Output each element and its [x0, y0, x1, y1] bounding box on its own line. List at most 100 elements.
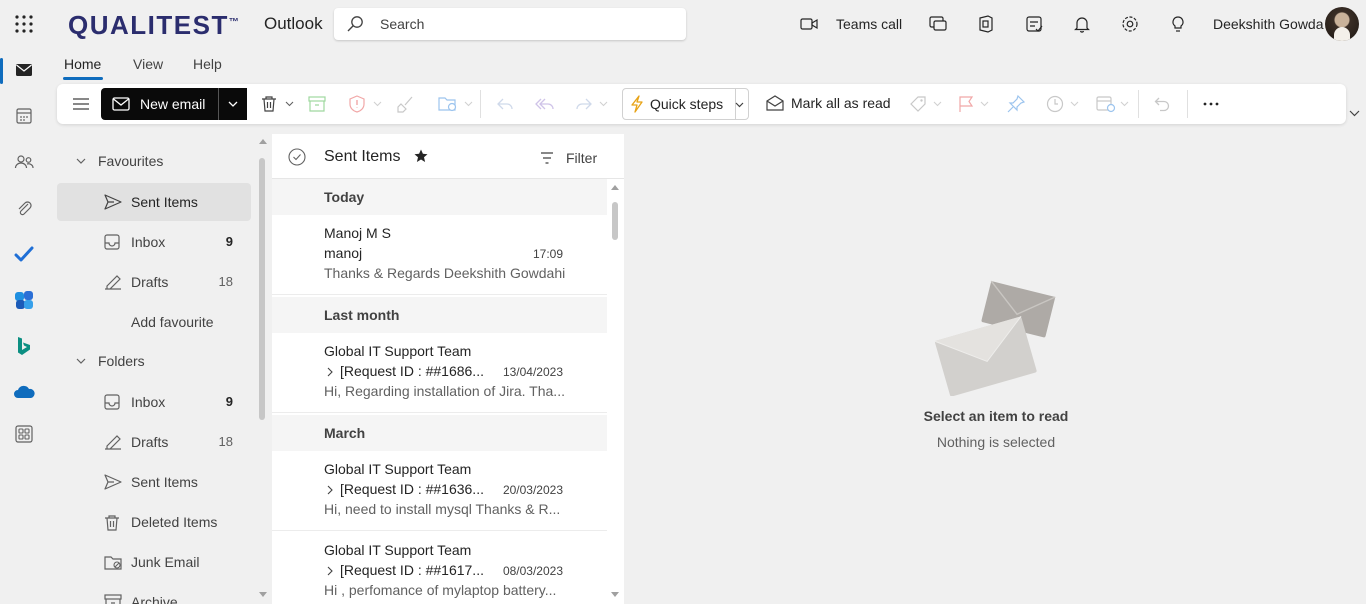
- archive-button[interactable]: [308, 94, 326, 114]
- list-item[interactable]: Global IT Support Team [Request ID : ##1…: [272, 532, 607, 604]
- gear-icon[interactable]: [1120, 14, 1140, 34]
- message-list-scrollbar[interactable]: [612, 202, 618, 240]
- tab-home[interactable]: Home: [64, 56, 101, 72]
- mark-all-read-button[interactable]: Mark all as read: [766, 94, 891, 112]
- folder-inbox[interactable]: Inbox 9: [57, 383, 251, 421]
- group-header-last-month: Last month: [272, 297, 607, 333]
- folder-archive[interactable]: Archive: [57, 583, 251, 604]
- chat-icon[interactable]: [928, 14, 948, 34]
- list-item[interactable]: Manoj M S manoj 17:09 Thanks & Regards D…: [272, 215, 607, 295]
- scroll-up-arrow-icon[interactable]: [611, 185, 619, 190]
- lightbulb-icon[interactable]: [1168, 14, 1188, 34]
- folder-sent-items[interactable]: Sent Items: [57, 463, 251, 501]
- list-item[interactable]: Global IT Support Team [Request ID : ##1…: [272, 333, 607, 413]
- folder-label: Deleted Items: [131, 514, 218, 530]
- forward-button[interactable]: [575, 94, 608, 114]
- send-icon: [104, 194, 122, 210]
- tab-help[interactable]: Help: [193, 56, 222, 72]
- item-count: 18: [218, 434, 233, 449]
- ribbon-divider: [480, 90, 481, 118]
- forward-icon: [576, 98, 592, 110]
- more-apps-icon[interactable]: [8, 418, 40, 450]
- folder-pane-scrollbar[interactable]: [259, 158, 265, 420]
- mail-icon[interactable]: [8, 54, 40, 86]
- group-header-today: Today: [272, 179, 607, 215]
- new-email-dropdown[interactable]: [218, 88, 246, 120]
- envelopes-illustration: [934, 276, 1060, 396]
- item-count: 18: [218, 274, 233, 289]
- trash-icon: [104, 514, 120, 532]
- chevron-right-icon[interactable]: [327, 367, 333, 377]
- chevron-down-icon: [599, 101, 608, 107]
- bing-icon[interactable]: [8, 330, 40, 362]
- teams-call-button[interactable]: Teams call: [800, 14, 902, 34]
- chevron-down-icon: [933, 101, 942, 107]
- message-time: 08/03/2023: [502, 564, 563, 578]
- pin-button[interactable]: [1007, 94, 1025, 114]
- chevron-right-icon[interactable]: [327, 485, 333, 495]
- folders-header[interactable]: Folders: [76, 351, 145, 371]
- quick-steps-button[interactable]: Quick steps: [622, 88, 749, 120]
- office-icon[interactable]: [976, 14, 996, 34]
- chevron-right-icon[interactable]: [327, 566, 333, 576]
- add-favourite-link[interactable]: Add favourite: [57, 303, 251, 341]
- undo-button[interactable]: [1154, 94, 1170, 114]
- snooze-button[interactable]: [1046, 94, 1079, 114]
- search-box[interactable]: Search: [334, 8, 686, 40]
- move-to-button[interactable]: [438, 94, 473, 114]
- scroll-down-arrow-icon[interactable]: [611, 592, 619, 597]
- message-preview: Hi, Regarding installation of Jira. Tha.…: [324, 383, 565, 399]
- viva-engage-icon[interactable]: [8, 284, 40, 316]
- hamburger-menu-icon[interactable]: [72, 94, 90, 114]
- filter-button[interactable]: Filter: [540, 150, 597, 166]
- select-all-checkbox-icon[interactable]: [288, 148, 306, 166]
- report-button[interactable]: [349, 94, 382, 114]
- rules-button[interactable]: [1096, 94, 1129, 114]
- rules-icon: [1096, 96, 1116, 113]
- todo-icon[interactable]: [8, 238, 40, 270]
- ribbon-expand-chevron-icon[interactable]: [1349, 110, 1360, 117]
- folder-label: Drafts: [131, 274, 169, 290]
- delete-button[interactable]: [261, 94, 294, 114]
- folder-junk-email[interactable]: Junk Email: [57, 543, 251, 581]
- message-subject: [Request ID : ##1636...: [340, 481, 484, 497]
- favourite-inbox[interactable]: Inbox 9: [57, 223, 251, 261]
- avatar[interactable]: [1325, 7, 1359, 41]
- unread-count: 9: [225, 234, 233, 249]
- message-preview: Hi , perfomance of mylaptop battery...: [324, 582, 557, 598]
- chevron-down-icon: [373, 101, 382, 107]
- more-options-button[interactable]: [1203, 94, 1219, 114]
- flag-button[interactable]: [958, 94, 989, 114]
- onedrive-icon[interactable]: [8, 376, 40, 408]
- user-name[interactable]: Deekshith Gowda: [1213, 16, 1324, 32]
- app-launcher-icon[interactable]: [14, 14, 34, 34]
- sweep-button[interactable]: [397, 94, 415, 114]
- categorize-button[interactable]: [909, 94, 942, 114]
- message-sender: Manoj M S: [324, 225, 391, 241]
- reply-button[interactable]: [496, 94, 514, 114]
- list-item[interactable]: Global IT Support Team [Request ID : ##1…: [272, 451, 607, 531]
- reply-all-button[interactable]: [535, 94, 555, 114]
- lightning-icon: [630, 95, 644, 113]
- favourites-header[interactable]: Favourites: [76, 151, 163, 171]
- attachment-icon[interactable]: [8, 192, 40, 224]
- tasks-icon[interactable]: [1024, 14, 1044, 34]
- scroll-down-arrow-icon[interactable]: [259, 592, 267, 597]
- chevron-down-icon: [285, 101, 294, 107]
- bell-icon[interactable]: [1072, 14, 1092, 34]
- folder-drafts[interactable]: Drafts 18: [57, 423, 251, 461]
- qualitest-logo[interactable]: QUALITEST™: [68, 9, 239, 41]
- tab-view[interactable]: View: [133, 56, 163, 72]
- folder-label: Junk Email: [131, 554, 200, 570]
- scroll-up-arrow-icon[interactable]: [259, 139, 267, 144]
- people-icon[interactable]: [8, 146, 40, 178]
- folder-pane: Favourites Sent Items Inbox 9 Drafts 18 …: [48, 134, 270, 604]
- calendar-icon[interactable]: [8, 100, 40, 132]
- app-name[interactable]: Outlook: [264, 14, 323, 34]
- flag-icon: [959, 96, 974, 112]
- favourite-drafts[interactable]: Drafts 18: [57, 263, 251, 301]
- trash-icon: [262, 96, 276, 112]
- folder-deleted-items[interactable]: Deleted Items: [57, 503, 251, 541]
- star-icon[interactable]: [414, 149, 428, 163]
- favourite-sent-items[interactable]: Sent Items: [57, 183, 251, 221]
